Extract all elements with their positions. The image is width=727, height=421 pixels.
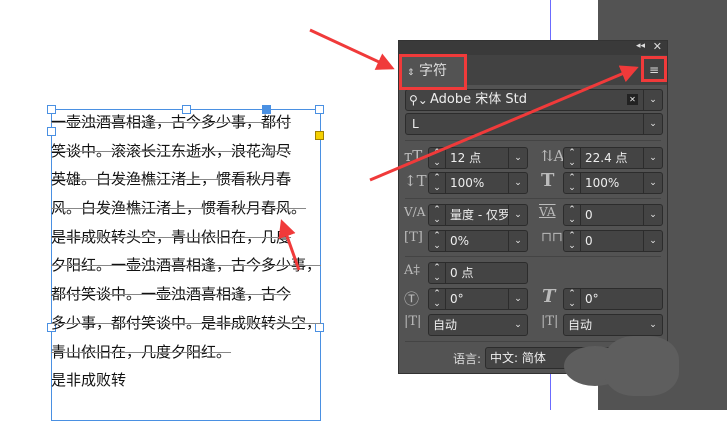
chevron-down-icon[interactable]: ⌄: [643, 148, 662, 168]
skew-value: 0°: [585, 292, 599, 306]
text-line: 多少事，都付笑谈中。是非成败转头空，: [51, 313, 322, 332]
tracking-icon: VA: [539, 205, 556, 219]
cursor-blur: [604, 336, 679, 396]
mojisoroe-right-icon: |T|: [541, 314, 559, 329]
chevron-down-icon[interactable]: ⌄: [508, 289, 527, 309]
chevron-down-icon[interactable]: ⌄: [643, 231, 662, 251]
baseline-shift-field[interactable]: ⌃ ⌄ 0 点: [428, 262, 528, 284]
arrow-to-tab: [309, 28, 395, 70]
stepper-icon[interactable]: ⌃ ⌄: [429, 263, 446, 283]
close-icon[interactable]: ✕: [653, 40, 662, 53]
mojisoroe-right-select[interactable]: 自动 ⌄: [563, 314, 663, 336]
font-size-value: 12 点: [450, 151, 482, 165]
highlight-tab-box: [399, 54, 467, 90]
stepper-icon[interactable]: ⌃ ⌄: [564, 231, 581, 251]
font-size-field[interactable]: ⌃ ⌄ 12 点 ⌄: [428, 147, 528, 169]
character-panel: ◂◂ ✕ ⇕ 字符 ≡ ⚲⌄ Adobe 宋体 Std ✕ ⌄ L ⌄ ᴛT ⌃…: [398, 40, 679, 396]
skew-icon: T: [542, 286, 556, 307]
mojisoroe-right-value: 自动: [568, 318, 593, 332]
text-line: 是非成败转: [51, 371, 127, 390]
aki-field[interactable]: ⌃ ⌄ 0 ⌄: [563, 230, 663, 252]
stepper-icon[interactable]: ⌃ ⌄: [429, 148, 446, 168]
tsume-icon: [T]: [404, 230, 423, 245]
chevron-down-icon[interactable]: ⌄: [644, 315, 662, 335]
leading-value: 22.4 点: [585, 151, 628, 165]
rotation-value: 0°: [450, 292, 464, 306]
mojisoroe-icon: |T|: [404, 314, 422, 329]
mojisoroe-left-value: 自动: [433, 318, 458, 332]
tsume-field[interactable]: ⌃ ⌄ 0% ⌄: [428, 230, 528, 252]
stepper-icon[interactable]: ⌃ ⌄: [429, 205, 446, 225]
text-line: 笑谈中。滚滚长江东逝水，浪花淘尽: [51, 141, 292, 160]
horizontal-scale-icon: T: [541, 170, 555, 191]
stepper-icon[interactable]: ⌃ ⌄: [429, 173, 446, 193]
kerning-icon: V/A: [404, 205, 426, 219]
tracking-field[interactable]: ⌃ ⌄ 0 ⌄: [563, 204, 663, 226]
panel-titlebar: ◂◂ ✕: [399, 40, 667, 55]
text-line: 风。白发渔樵江渚上，惯看秋月春风。: [51, 199, 307, 218]
kerning-value: 量度 - 仅罗: [450, 208, 510, 222]
stepper-icon[interactable]: ⌃ ⌄: [564, 173, 581, 193]
stepper-icon[interactable]: ⌃ ⌄: [564, 148, 581, 168]
chevron-down-icon[interactable]: ⌄: [643, 205, 662, 225]
stepper-icon[interactable]: ⌃ ⌄: [429, 231, 446, 251]
skew-field[interactable]: ⌃ ⌄ 0°: [563, 288, 663, 310]
horizontal-scale-field[interactable]: ⌃ ⌄ 100% ⌄: [563, 172, 663, 194]
search-icon: ⚲⌄: [409, 93, 428, 107]
text-line: 夕阳红。一壶浊酒喜相逢，古今多少事，: [51, 256, 322, 275]
rotation-field[interactable]: ⌃ ⌄ 0° ⌄: [428, 288, 528, 310]
clear-icon[interactable]: ✕: [627, 94, 638, 105]
text-line: 是非成败转头空，青山依旧在，几度: [51, 227, 292, 246]
stepper-icon[interactable]: ⌃ ⌄: [429, 289, 446, 309]
chevron-down-icon[interactable]: ⌄: [508, 231, 527, 251]
language-label: 语言:: [453, 352, 482, 366]
text-line: 英雄。白发渔樵江渚上，惯看秋月春: [51, 170, 292, 189]
chevron-down-icon[interactable]: ⌄: [508, 148, 527, 168]
vertical-scale-value: 100%: [450, 176, 485, 190]
chevron-down-icon[interactable]: ⌄: [509, 315, 527, 335]
text-line: 一壶浊酒喜相逢，古今多少事，都付: [51, 113, 292, 131]
stepper-icon[interactable]: ⌃ ⌄: [564, 289, 581, 309]
horizontal-scale-value: 100%: [585, 176, 620, 190]
tsume-value: 0%: [450, 234, 470, 248]
baseline-shift-value: 0 点: [450, 266, 474, 280]
baseline-shift-icon: A‡: [404, 263, 420, 278]
font-style-select[interactable]: L ⌄: [405, 113, 663, 135]
aki-icon: ⊓⊓: [541, 230, 563, 245]
language-value: 中文: 简体: [490, 351, 546, 365]
chevron-down-icon[interactable]: ⌄: [508, 173, 527, 193]
font-style-value: L: [412, 117, 419, 131]
chevron-down-icon[interactable]: ⌄: [643, 173, 662, 193]
text-content[interactable]: 一壶浊酒喜相逢，古今多少事，都付 笑谈中。滚滚长江东逝水，浪花淘尽 英雄。白发渔…: [51, 108, 321, 395]
text-line: 都付笑谈中。一壶浊酒喜相逢，古今: [51, 285, 292, 304]
leading-field[interactable]: ⌃ ⌄ 22.4 点 ⌄: [563, 147, 663, 169]
font-family-value: Adobe 宋体 Std: [430, 92, 527, 107]
leading-icon: ⇅A: [541, 147, 565, 165]
font-family-select[interactable]: ⚲⌄ Adobe 宋体 Std ✕ ⌄: [405, 89, 663, 111]
collapse-icon[interactable]: ◂◂: [636, 41, 645, 51]
highlight-menu-box: [641, 56, 667, 82]
chevron-down-icon[interactable]: ⌄: [643, 114, 662, 134]
stepper-icon[interactable]: ⌃ ⌄: [564, 205, 581, 225]
aki-value: 0: [585, 234, 593, 248]
text-line: 青山依旧在，几度夕阳红。: [51, 342, 232, 361]
vertical-scale-field[interactable]: ⌃ ⌄ 100% ⌄: [428, 172, 528, 194]
mojisoroe-left-select[interactable]: 自动 ⌄: [428, 314, 528, 336]
chevron-down-icon[interactable]: ⌄: [508, 205, 527, 225]
rotation-icon: Ⓣ: [404, 290, 420, 308]
vertical-scale-icon: ↕T: [404, 172, 427, 190]
font-size-icon: ᴛT: [404, 147, 423, 165]
chevron-down-icon[interactable]: ⌄: [643, 90, 662, 110]
tracking-value: 0: [585, 208, 593, 222]
kerning-field[interactable]: ⌃ ⌄ 量度 - 仅罗 ⌄: [428, 204, 528, 226]
